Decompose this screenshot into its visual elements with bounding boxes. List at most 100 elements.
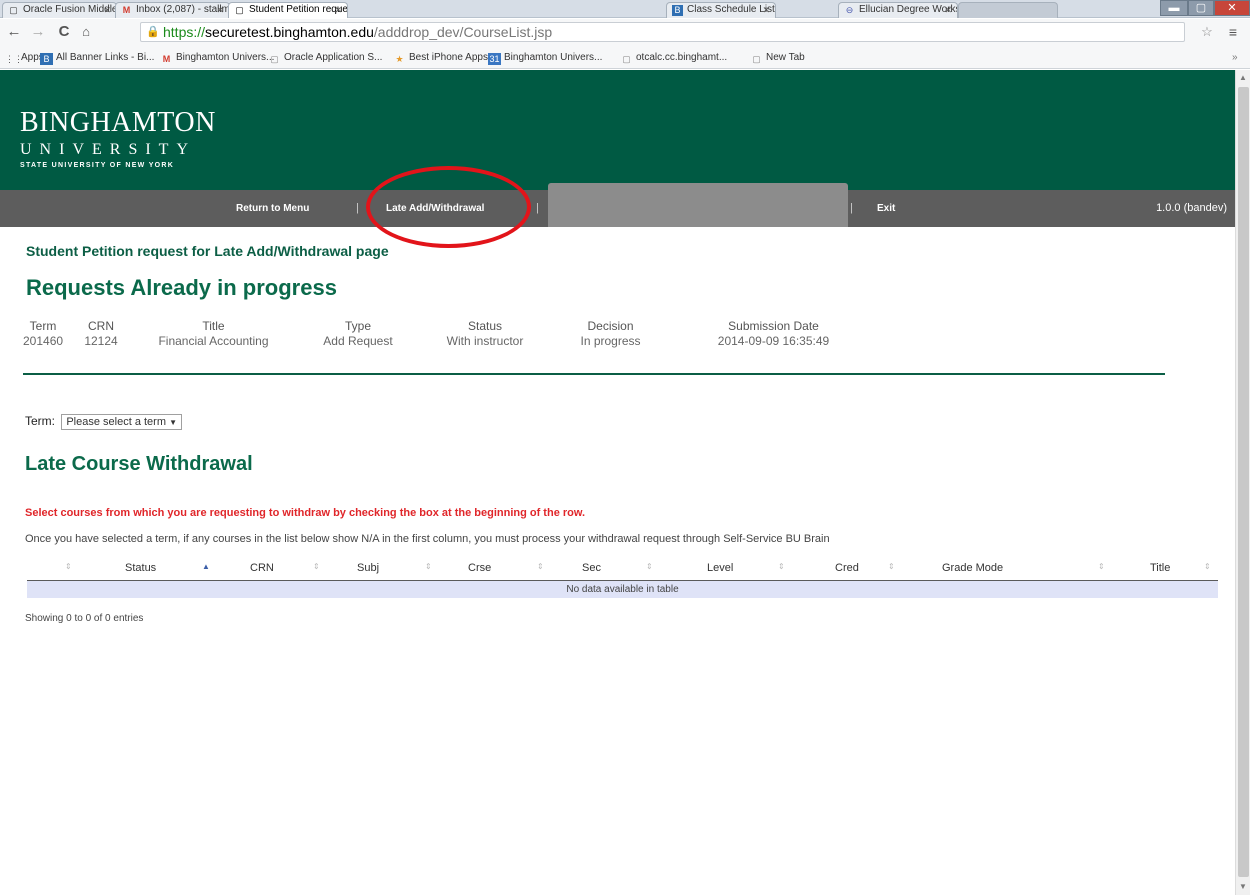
column-header: CRN [88,319,114,333]
bookmark-item[interactable]: ▢ New Tab [750,50,805,65]
scroll-up-arrow-icon[interactable]: ▲ [1239,73,1247,82]
browser-tab-strip: ▢ Oracle Fusion Middlewar ✕ M Inbox (2,0… [0,0,1250,18]
menu-separator: | [850,202,853,214]
column-header-level[interactable]: Level [707,562,733,574]
banner-icon: B [672,5,683,16]
sort-icon[interactable]: ⇕ [778,562,785,571]
sort-ascending-icon[interactable]: ▲ [202,562,210,571]
minimize-button[interactable]: ▬ [1160,0,1188,16]
scrollbar-thumb[interactable] [1238,87,1249,877]
browser-tab[interactable]: ⊖ Ellucian Degree Works - ✕ [838,2,958,18]
redacted-menu-area [548,183,848,227]
forward-arrow-icon[interactable]: → [29,23,47,41]
column-header-sec[interactable]: Sec [582,562,601,574]
university-logo[interactable]: BINGHAMTON UNIVERSITY STATE UNIVERSITY O… [20,108,216,172]
return-to-menu-link[interactable]: Return to Menu [236,203,309,214]
browser-tab-active[interactable]: ▢ Student Petition request f ✕ [228,2,348,18]
bookmarks-overflow-icon[interactable]: » [1232,50,1238,65]
table-info: Showing 0 to 0 of 0 entries [25,613,144,624]
maximize-button[interactable]: ▢ [1188,0,1214,16]
sort-icon[interactable]: ⇕ [537,562,544,571]
menu-hamburger-icon[interactable]: ≡ [1224,23,1242,41]
url-path: /adddrop_dev/CourseList.jsp [373,24,553,40]
apps-grid-icon: ⋮⋮ [5,54,23,64]
sort-icon[interactable]: ⇕ [1098,562,1105,571]
calendar-icon: 31 [488,53,501,65]
column-header-subj[interactable]: Subj [357,562,379,574]
req-col-type: Type Add Request [303,319,413,348]
term-label: Term: [25,414,55,428]
page-icon: ▢ [622,54,631,64]
menu-separator: | [356,202,359,214]
bookmark-label: Binghamton Univers... [176,52,275,63]
term-select[interactable]: Please select a term ▼ [61,414,182,430]
bookmark-item[interactable]: B All Banner Links - Bi... [40,50,154,65]
close-icon[interactable]: ✕ [762,3,770,17]
globe-icon: ⊖ [845,5,854,15]
sort-icon[interactable]: ⇕ [646,562,653,571]
column-header-crn[interactable]: CRN [250,562,274,574]
gmail-icon: M [122,5,131,15]
exit-link[interactable]: Exit [877,203,895,214]
page-icon: ▢ [270,54,279,64]
column-header-cred[interactable]: Cred [835,562,859,574]
logo-line-2: UNIVERSITY [20,141,196,158]
scroll-down-arrow-icon[interactable]: ▼ [1239,882,1247,891]
browser-tab[interactable]: ▢ Oracle Fusion Middlewar ✕ [2,2,117,18]
req-col-title: Title Financial Accounting [141,319,286,348]
cell-value: Add Request [323,334,393,348]
column-header-title[interactable]: Title [1150,562,1170,574]
bookmark-label: Best iPhone Apps [409,52,488,63]
bookmark-item[interactable]: ★ Best iPhone Apps [393,50,488,65]
column-header-crse[interactable]: Crse [468,562,491,574]
bookmark-label: New Tab [766,52,805,63]
bookmarks-bar: ⋮⋮Apps B All Banner Links - Bi... M Bingha… [0,46,1250,69]
req-col-crn: CRN 12124 [81,319,121,348]
bookmark-label: otcalc.cc.binghamt... [636,52,728,63]
reload-icon[interactable]: C [55,23,73,41]
bookmark-label: Oracle Application S... [284,52,383,63]
close-icon[interactable]: ✕ [216,3,224,17]
bookmark-apps[interactable]: ⋮⋮Apps [5,50,44,65]
close-window-button[interactable]: ✕ [1214,0,1250,16]
browser-tab[interactable]: M Inbox (2,087) - stallman@ ✕ [115,2,230,18]
close-icon[interactable]: ✕ [944,3,952,17]
browser-tab-blank[interactable] [958,2,1058,18]
browser-tab[interactable]: B Class Schedule Listing ✕ [666,2,776,18]
column-header: Term [29,319,57,333]
sort-icon[interactable]: ⇕ [888,562,895,571]
course-table-header: ⇕ Status ▲ CRN ⇕ Subj ⇕ Crse ⇕ Sec ⇕ Lev… [27,559,1218,581]
home-icon[interactable]: ⌂ [77,23,95,41]
bookmark-star-icon[interactable]: ☆ [1198,23,1216,41]
cell-value: 12124 [84,334,118,348]
divider [23,373,1165,375]
sort-icon[interactable]: ⇕ [313,562,320,571]
close-icon[interactable]: ✕ [103,3,111,17]
logo-line-3: STATE UNIVERSITY OF NEW YORK [20,162,175,169]
vertical-scrollbar[interactable]: ▲ ▼ [1235,70,1250,895]
column-header-status[interactable]: Status [125,562,156,574]
lock-icon: 🔒 [146,26,160,38]
sort-icon[interactable]: ⇕ [425,562,432,571]
req-col-decision: Decision In progress [563,319,658,348]
url-host: securetest.binghamton.edu [205,24,374,40]
column-header-grade-mode[interactable]: Grade Mode [942,562,1003,574]
cell-value: With instructor [446,334,524,348]
address-bar[interactable]: 🔒 https://securetest.binghamton.edu/adddr… [140,22,1185,42]
bookmark-item[interactable]: M Binghamton Univers... [160,50,275,65]
bookmark-item[interactable]: ▢ otcalc.cc.binghamt... [620,50,727,65]
back-arrow-icon[interactable]: ← [5,23,23,41]
page-icon: ▢ [235,5,244,15]
close-icon[interactable]: ✕ [334,3,342,17]
bookmark-item[interactable]: ▢ Oracle Application S... [268,50,382,65]
term-select-value: Please select a term [66,416,166,428]
column-header: Title [202,319,225,333]
sort-icon[interactable]: ⇕ [65,562,72,571]
gmail-icon: M [162,54,171,64]
bookmark-item[interactable]: 31 Binghamton Univers... [488,50,602,65]
cell-value: 201460 [23,334,64,348]
req-col-submission-date: Submission Date 2014-09-09 16:35:49 [681,319,866,348]
sort-icon[interactable]: ⇕ [1204,562,1211,571]
cell-value: Financial Accounting [158,334,269,348]
cell-value: In progress [580,334,641,348]
